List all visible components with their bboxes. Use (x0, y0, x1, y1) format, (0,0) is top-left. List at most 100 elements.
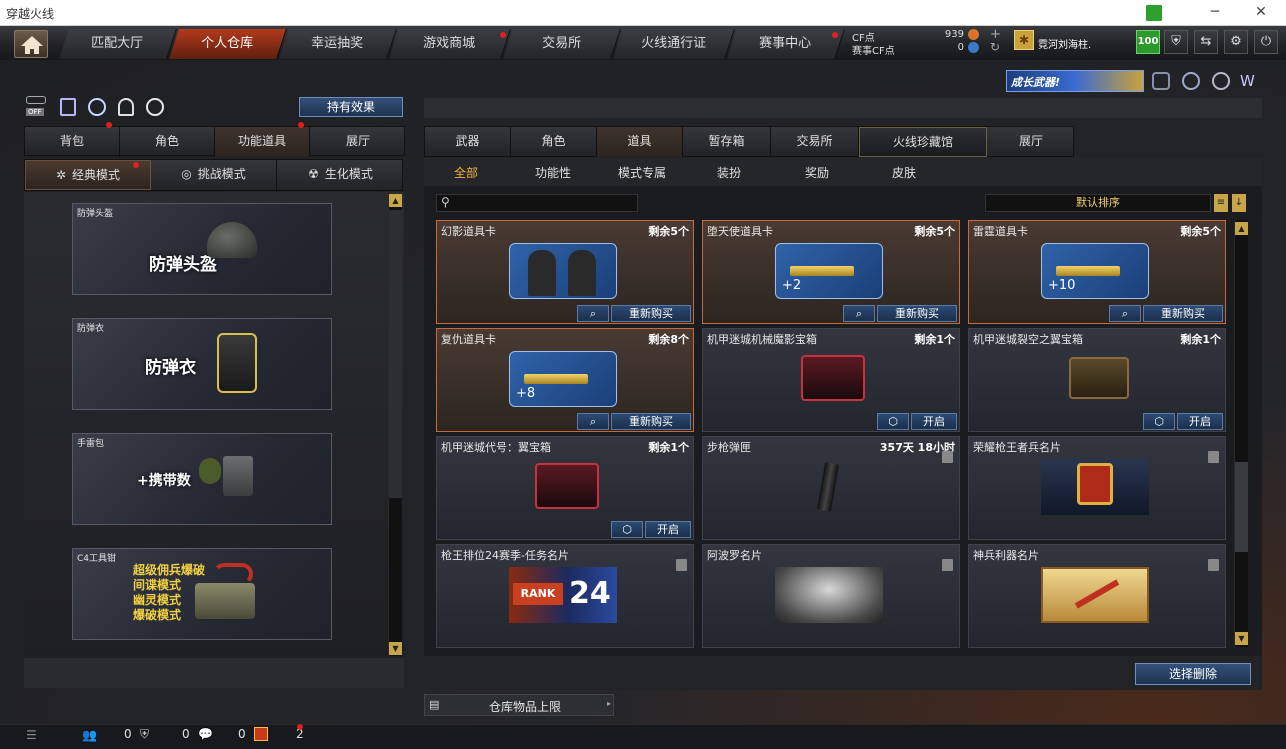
nav-tab-battle-pass[interactable]: 火线通行证 (613, 29, 735, 59)
shield-icon[interactable]: ⛨ (1164, 30, 1188, 54)
inventory-item[interactable]: 枪王排位24赛季-任务名片 RANK 24 (436, 544, 694, 648)
search-input[interactable] (457, 196, 633, 210)
scroll-thumb[interactable] (389, 210, 402, 498)
home-button[interactable] (14, 30, 48, 58)
box-icon[interactable]: ⬡ (877, 413, 909, 430)
inventory-item[interactable]: 阿波罗名片 (702, 544, 960, 648)
tab-function-items[interactable]: 功能道具 (215, 127, 310, 157)
growth-weapon-banner[interactable]: 成长武器! (1006, 70, 1144, 92)
scroll-up-button[interactable]: ▲ (389, 194, 402, 207)
inventory-item[interactable]: 堕天使道具卡 剩余5个 +2 ⌕ 重新购买 (702, 220, 960, 324)
gear-icon[interactable]: ⚙ (1224, 30, 1248, 54)
tab-backpack[interactable]: 背包 (25, 127, 120, 157)
subtab-skins[interactable]: 皮肤 (892, 160, 916, 186)
search-icon[interactable]: ⌕ (843, 305, 875, 322)
nav-tab-lucky-draw[interactable]: 幸运抽奖 (279, 29, 397, 59)
armor-icon[interactable] (1152, 72, 1170, 90)
switch-icon[interactable]: ⇆ (1194, 30, 1218, 54)
nav-tab-game-mall[interactable]: 游戏商城 (389, 29, 511, 59)
tab-exchange[interactable]: 交易所 (771, 127, 859, 157)
chat-icon[interactable]: 💬 (198, 727, 213, 741)
open-button[interactable]: 开启 (1177, 413, 1223, 430)
menu-icon[interactable]: ☰ (26, 728, 37, 742)
inventory-item[interactable]: 步枪弹匣 357天 18小时 (702, 436, 960, 540)
tab-props[interactable]: 道具 (597, 127, 683, 157)
select-delete-button[interactable]: 选择删除 (1135, 663, 1251, 685)
search-icon[interactable]: ⌕ (577, 413, 609, 430)
shield-status-icon[interactable]: ⛨ (140, 727, 149, 742)
grid-scroll-down-button[interactable]: ▼ (1235, 632, 1248, 645)
refresh-icon[interactable]: ↻ (990, 40, 1000, 54)
search-box[interactable]: ⚲ (436, 194, 638, 212)
open-button[interactable]: 开启 (645, 521, 691, 538)
rebuy-button[interactable]: 重新购买 (611, 305, 691, 322)
list-view-icon[interactable]: ≡ (1214, 194, 1228, 212)
inventory-item[interactable]: 幻影道具卡 剩余5个 ⌕ 重新购买 (436, 220, 694, 324)
subtab-functional[interactable]: 功能性 (535, 160, 571, 186)
open-button[interactable]: 开启 (911, 413, 957, 430)
inventory-item[interactable]: 荣耀枪王者兵名片 (968, 436, 1226, 540)
search-icon[interactable]: ⌕ (577, 305, 609, 322)
tab-roles[interactable]: 角色 (511, 127, 597, 157)
nav-tab-match-hall[interactable]: 匹配大厅 (59, 29, 177, 59)
nav-tab-exchange[interactable]: 交易所 (503, 29, 621, 59)
person-icon[interactable] (118, 98, 134, 116)
rebuy-button[interactable]: 重新购买 (611, 413, 691, 430)
inventory-item[interactable]: 雷霆道具卡 剩余5个 +10 ⌕ 重新购买 (968, 220, 1226, 324)
scroll-down-button[interactable]: ▼ (389, 642, 402, 655)
grenade-icon[interactable] (1212, 72, 1230, 90)
subtab-mode-exclusive[interactable]: 模式专属 (618, 160, 666, 186)
item-card-vest[interactable]: 防弹衣 防弹衣 (72, 318, 332, 410)
sort-dropdown[interactable]: 默认排序 (985, 194, 1211, 212)
close-button[interactable]: ✕ (1238, 0, 1284, 26)
crosshair-icon[interactable] (1182, 72, 1200, 90)
toggle-effect-icon[interactable]: OFF (26, 96, 50, 118)
stats-icon[interactable] (60, 98, 76, 116)
cycle-icon[interactable] (88, 98, 106, 116)
inventory-item[interactable]: 机甲迷城代号：翼宝箱 剩余1个 ⬡ 开启 (436, 436, 694, 540)
tab-collection-museum[interactable]: 火线珍藏馆 (859, 127, 987, 157)
trash-icon[interactable] (676, 559, 687, 571)
inventory-item[interactable]: 复仇道具卡 剩余8个 +8 ⌕ 重新购买 (436, 328, 694, 432)
power-icon[interactable]: ⏻ (1254, 30, 1278, 54)
sort-order-icon[interactable]: ↓ (1232, 194, 1246, 212)
storage-limit-button[interactable]: ▤ 仓库物品上限 ▸ (424, 694, 614, 716)
tab-character[interactable]: 角色 (120, 127, 215, 157)
rebuy-button[interactable]: 重新购买 (1143, 305, 1223, 322)
subtab-rewards[interactable]: 奖励 (805, 160, 829, 186)
inventory-item[interactable]: 神兵利器名片 (968, 544, 1226, 648)
trash-icon[interactable] (1208, 559, 1219, 571)
nav-tab-personal-warehouse[interactable]: 个人仓库 (169, 29, 287, 59)
tab-exhibition[interactable]: 展厅 (987, 127, 1075, 157)
rebuy-button[interactable]: 重新购买 (877, 305, 957, 322)
box-icon[interactable]: ⬡ (1143, 413, 1175, 430)
nav-tab-event-center[interactable]: 赛事中心 (727, 29, 845, 59)
mode-zombie[interactable]: ☢ 生化模式 (277, 160, 404, 190)
inventory-item[interactable]: 机甲迷城裂空之翼宝箱 剩余1个 ⬡ 开启 (968, 328, 1226, 432)
trash-icon[interactable] (942, 451, 953, 463)
right-scrollbar[interactable] (1234, 220, 1248, 647)
inventory-item[interactable]: 机甲迷城机械魔影宝箱 剩余1个 ⬡ 开启 (702, 328, 960, 432)
friends-icon[interactable]: 👥 (82, 728, 97, 742)
box-icon[interactable]: ⬡ (611, 521, 643, 538)
mode-challenge[interactable]: ◎ 挑战模式 (151, 160, 277, 190)
item-card-c4-tool[interactable]: C4工具钳 超级佣兵爆破 间谍模式 幽灵模式 爆破模式 (72, 548, 332, 640)
item-card-helmet[interactable]: 防弹头盔 防弹头盔 (72, 203, 332, 295)
trash-icon[interactable] (1208, 451, 1219, 463)
soldier-icon (528, 250, 556, 296)
owned-effect-button[interactable]: 持有效果 (299, 97, 403, 117)
tab-showroom[interactable]: 展厅 (310, 127, 406, 157)
wing-logo-icon[interactable]: W (1240, 72, 1255, 90)
trash-icon[interactable] (942, 559, 953, 571)
grid-scroll-thumb[interactable] (1235, 462, 1248, 552)
gift-icon[interactable] (254, 727, 268, 741)
tab-weapons[interactable]: 武器 (425, 127, 511, 157)
grid-scroll-up-button[interactable]: ▲ (1235, 222, 1248, 235)
subtab-all[interactable]: 全部 (454, 160, 478, 186)
tab-temp-storage[interactable]: 暂存箱 (683, 127, 771, 157)
subtab-dressup[interactable]: 装扮 (717, 160, 741, 186)
item-card-grenade-pack[interactable]: 手雷包 +携带数 (72, 433, 332, 525)
search-icon[interactable]: ⌕ (1109, 305, 1141, 322)
bomb-icon[interactable] (146, 98, 164, 116)
minimize-button[interactable]: ─ (1192, 0, 1238, 26)
